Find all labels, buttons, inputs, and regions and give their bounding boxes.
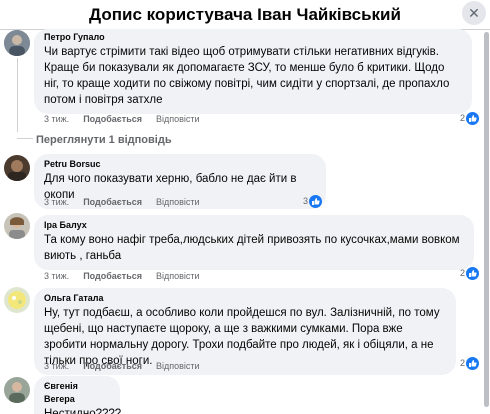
comment-author[interactable]: Ольга Гатала (44, 292, 446, 305)
reaction-count[interactable]: 2 (460, 111, 480, 126)
like-icon (466, 357, 480, 371)
thread-connector (17, 138, 33, 139)
dialog-header: Допис користувача Іван Чайківський ✕ (0, 0, 490, 28)
comment-actions: 3 тиж. Подобається Відповісти (44, 270, 214, 282)
thread-line (17, 58, 18, 132)
comment-text: Чи вартує стрімити такі відео щоб отриму… (44, 46, 450, 106)
like-button[interactable]: Подобається (83, 361, 142, 371)
like-icon (466, 112, 480, 126)
comment-bubble: Євгенія Вегера Нестидно???? (34, 376, 122, 414)
reply-button[interactable]: Відповісти (156, 361, 200, 371)
comment-time[interactable]: 3 тиж. (44, 361, 69, 371)
reaction-number: 2 (460, 113, 466, 123)
avatar[interactable] (4, 377, 30, 403)
reply-button[interactable]: Відповісти (156, 197, 200, 207)
reaction-count[interactable]: 2 (460, 356, 480, 371)
dialog-title: Допис користувача Іван Чайківський (89, 5, 401, 24)
reply-button[interactable]: Відповісти (156, 271, 200, 281)
reaction-number: 3 (303, 196, 309, 206)
like-button[interactable]: Подобається (83, 197, 142, 207)
comment-bubble: Петро Гупало Чи вартує стрімити такі від… (34, 29, 472, 114)
comment-actions: 3 тиж. Подобається Відповісти (44, 360, 214, 372)
comment-text: Нестидно???? (44, 408, 122, 414)
comment-time[interactable]: 3 тиж. (44, 114, 69, 124)
reaction-count[interactable]: 2 (460, 266, 480, 281)
reaction-number: 2 (460, 358, 466, 368)
comment-author[interactable]: Петро Гупало (44, 31, 462, 44)
avatar[interactable] (4, 30, 30, 56)
like-button[interactable]: Подобається (83, 114, 142, 124)
reaction-number: 2 (460, 268, 466, 278)
avatar[interactable] (4, 155, 30, 181)
like-icon (466, 267, 480, 281)
comment-actions: 3 тиж. Подобається Відповісти (44, 196, 214, 208)
comment-bubble: Іра Балух Та кому воно нафіг треба,людсь… (34, 215, 474, 270)
avatar[interactable] (4, 213, 30, 239)
reaction-count[interactable]: 3 (303, 194, 323, 209)
reply-button[interactable]: Відповісти (156, 114, 200, 124)
comment-actions: 3 тиж. Подобається Відповісти (44, 113, 214, 125)
avatar[interactable] (4, 287, 30, 313)
comment-time[interactable]: 3 тиж. (44, 271, 69, 281)
close-icon[interactable]: ✕ (462, 1, 486, 25)
like-button[interactable]: Подобається (83, 271, 142, 281)
view-replies-link[interactable]: Переглянути 1 відповідь (36, 134, 172, 146)
comment-text: Та кому воно нафіг треба,людських дітей … (44, 234, 460, 262)
comment-time[interactable]: 3 тиж. (44, 197, 69, 207)
scrollbar-thumb[interactable] (484, 32, 489, 407)
comment-author[interactable]: Petru Borsuc (44, 158, 316, 171)
comment-author[interactable]: Євгенія Вегера (44, 380, 110, 406)
like-icon (309, 195, 323, 209)
comment-author[interactable]: Іра Балух (44, 219, 464, 232)
